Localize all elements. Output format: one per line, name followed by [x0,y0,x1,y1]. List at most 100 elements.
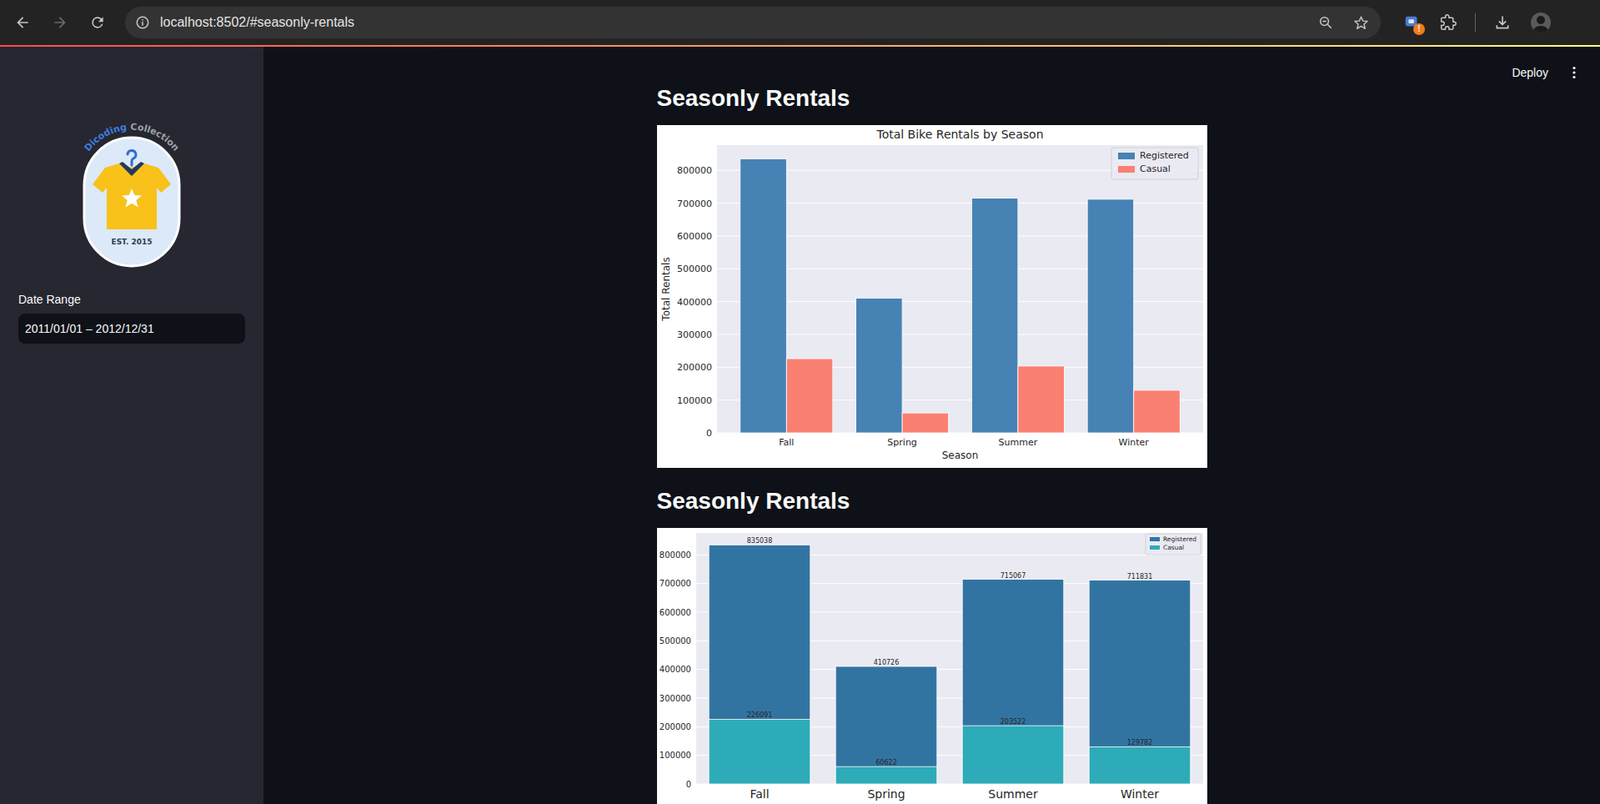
x-tick-label: Spring [887,436,918,448]
extension-badge: ! [1413,23,1425,36]
forward-arrow-icon [51,14,69,31]
chart-legend: Registered Casual [1111,147,1199,180]
store-logo: DicodingCollection EST. 2015 [18,119,246,268]
y-tick-label: 100000 [677,395,713,407]
date-range-label: Date Range [18,290,246,308]
bar-value-label: 129782 [1126,738,1153,747]
forward-button[interactable] [45,7,76,38]
reload-button[interactable] [82,7,113,38]
bar[interactable] [708,544,811,784]
main-content: Deploy Seasonly Rentals 0 100000 200000 3000… [263,46,1600,804]
extension-button[interactable]: ! [1397,7,1428,38]
y-tick-label: 600000 [658,607,691,617]
bar[interactable] [708,718,811,784]
x-tick-label: Winter [1118,436,1149,448]
bar[interactable] [855,297,903,433]
bar[interactable] [1017,366,1064,433]
logo-arc-word: Dicoding [82,121,128,154]
bar-value-label: 410726 [872,658,899,667]
svg-text:DicodingCollection: DicodingCollection [82,121,182,154]
toolbar-separator [1474,13,1476,32]
downloads-button[interactable] [1487,7,1518,38]
y-tick-label: 700000 [677,198,713,210]
bar[interactable] [1133,390,1180,433]
chart-legend: RegisteredCasual [1145,533,1201,555]
bar-chart: 0100000200000300000400000500000600000700… [657,527,1208,804]
y-tick-label: 400000 [677,296,713,308]
date-range-input[interactable]: 2011/01/01 – 2012/12/31 [18,313,246,344]
bar-value-label: 60622 [875,758,897,767]
bar[interactable] [835,666,938,784]
profile-avatar[interactable] [1525,7,1556,38]
bar[interactable] [971,198,1019,433]
y-tick-label: 500000 [677,263,713,275]
deploy-button[interactable]: Deploy [1503,59,1557,87]
x-tick-label: Spring [867,787,905,801]
bar[interactable] [786,358,833,433]
bar-value-label: 226091 [746,711,773,719]
y-axis-label: Total Rentals [660,256,673,322]
legend-label: Casual [1139,163,1171,175]
sections-column: Seasonly Rentals 0 100000 200000 300000 40000… [657,46,1208,804]
bar[interactable] [1088,746,1191,784]
bar-value-label: 715067 [999,571,1026,580]
bar-value-label: 711831 [1126,572,1153,581]
y-tick-label: 200000 [677,361,713,373]
x-axis-label: Season [941,449,979,462]
y-tick-label: 300000 [677,329,713,341]
y-tick-label: 300000 [658,693,691,703]
bar[interactable] [1087,199,1134,433]
vertical-dots-icon [1566,65,1582,81]
bar[interactable] [962,725,1064,784]
chart-figure: 0100000200000300000400000500000600000700… [657,125,1208,468]
plot-area [696,532,1204,784]
x-tick-label: Summer [998,436,1038,448]
section-heading: Seasonly Rentals [657,84,1208,113]
legend-label: Registered [1139,150,1189,161]
profile-avatar-icon [1529,11,1552,34]
puzzle-icon [1439,14,1457,31]
browser-toolbar: localhost:8502/#seasonly-rentals ! [0,0,1600,46]
y-tick-label: 0 [685,779,691,789]
y-tick-label: 800000 [677,165,713,176]
x-tick-label: Winter [1119,787,1159,801]
bar[interactable] [902,412,949,433]
bar[interactable] [962,579,1064,784]
y-tick-label: 800000 [658,550,691,560]
legend-label: Registered [1163,535,1197,543]
site-info-icon[interactable] [135,15,151,31]
legend-swatch [1149,536,1160,542]
y-tick-label: 600000 [677,230,713,242]
bar[interactable] [739,158,787,433]
y-tick-label: 200000 [658,722,691,732]
bar-value-label: 203522 [999,717,1026,726]
bar[interactable] [1088,580,1191,784]
bar[interactable] [835,766,938,784]
sidebar: DicodingCollection EST. 2015 Date Range … [0,46,264,804]
plot-area [717,145,1204,433]
legend-swatch [1149,545,1160,550]
legend-swatch [1118,165,1135,173]
app-header: Deploy [1503,58,1585,87]
logo-badge-text: EST. 2015 [110,237,152,246]
back-arrow-icon [14,14,31,31]
bar-chart: 0100000200000300000400000500000600000700… [657,125,1208,468]
extensions-button[interactable] [1433,7,1464,38]
legend-label: Casual [1163,543,1184,552]
address-bar[interactable]: localhost:8502/#seasonly-rentals [125,6,1381,39]
section-heading: Seasonly Rentals [657,486,1208,516]
legend-swatch [1118,152,1135,160]
main-menu-button[interactable] [1563,61,1585,84]
y-tick-label: 700000 [658,578,691,588]
x-tick-label: Fall [778,436,794,448]
y-tick-label: 100000 [658,750,691,760]
bar-value-label: 835038 [746,536,773,545]
back-button[interactable] [7,7,38,38]
x-tick-label: Summer [988,787,1039,801]
y-tick-label: 500000 [658,636,691,646]
url-text[interactable]: localhost:8502/#seasonly-rentals [160,12,355,33]
download-icon [1494,14,1511,31]
chart-title: Total Bike Rentals by Season [875,127,1044,141]
bookmark-star-icon[interactable] [1353,15,1370,31]
zoom-icon[interactable] [1318,15,1334,31]
